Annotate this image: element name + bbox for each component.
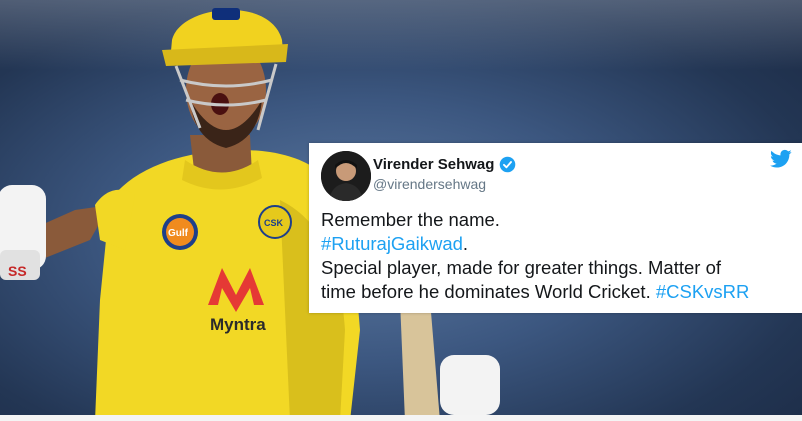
tweet-line-3: Special player, made for greater things.… bbox=[321, 257, 722, 278]
verified-badge-icon bbox=[499, 156, 516, 173]
tweet-line-4-text: time before he dominates World Cricket. bbox=[321, 281, 656, 302]
display-name[interactable]: Virender Sehwag bbox=[373, 156, 494, 173]
svg-text:Myntra: Myntra bbox=[210, 315, 266, 334]
twitter-bird-icon[interactable] bbox=[770, 149, 792, 169]
tweet-line-4: time before he dominates World Cricket. … bbox=[321, 280, 796, 304]
hashtag-cskvsrr[interactable]: #CSKvsRR bbox=[656, 281, 750, 302]
gulf-logo: Gulf bbox=[162, 214, 198, 250]
user-handle[interactable]: @virendersehwag bbox=[373, 176, 486, 192]
glove-icon: SS bbox=[0, 185, 46, 280]
hashtag-suffix: . bbox=[462, 233, 469, 254]
csk-emblem: CSK bbox=[258, 205, 292, 239]
avatar[interactable] bbox=[321, 151, 371, 201]
tweet-body: Remember the name. #RuturajGaikwad. Spec… bbox=[321, 208, 796, 304]
svg-text:SS: SS bbox=[8, 263, 27, 279]
bat bbox=[400, 300, 440, 421]
tweet-card[interactable]: Virender Sehwag @virendersehwag Remember… bbox=[309, 143, 802, 313]
hashtag-ruturajgaikwad[interactable]: #RuturajGaikwad bbox=[321, 233, 463, 254]
svg-text:CSK: CSK bbox=[264, 218, 284, 228]
tweet-line-1: Remember the name. bbox=[321, 209, 500, 230]
bottom-strip bbox=[0, 415, 802, 421]
helmet-logo bbox=[212, 8, 240, 20]
tweet-line-2: #RuturajGaikwad. bbox=[321, 232, 796, 256]
svg-text:Gulf: Gulf bbox=[168, 228, 189, 239]
right-glove bbox=[440, 355, 500, 415]
